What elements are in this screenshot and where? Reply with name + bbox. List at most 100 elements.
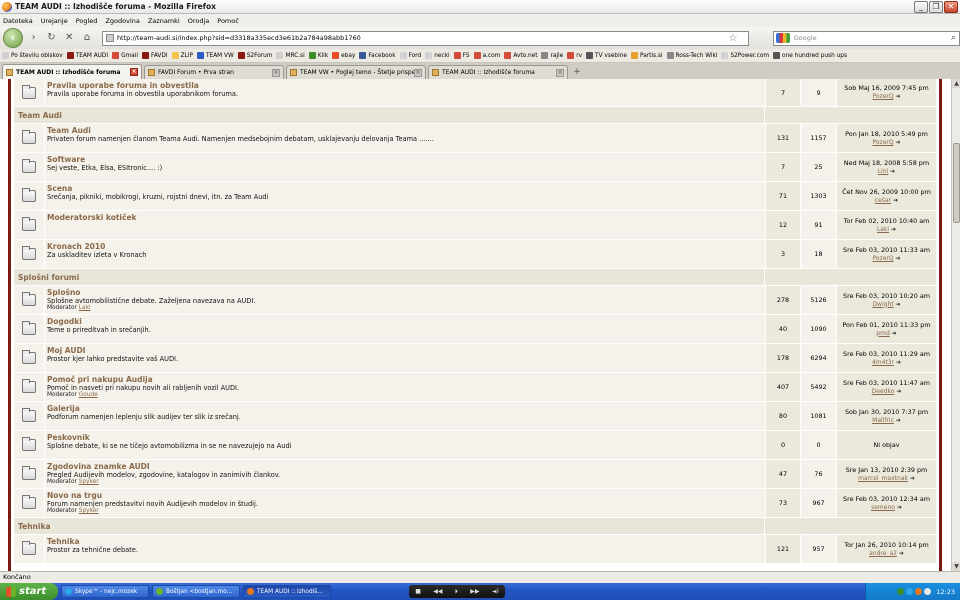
view-latest-post-icon[interactable]: ➔ [889,226,896,233]
stop-icon[interactable]: ✕ [62,31,76,45]
bookmark-one-hundred-push-ups[interactable]: one hundred push ups [773,52,847,59]
category-title[interactable]: Splošni forumi [14,273,79,282]
bookmark-zlip[interactable]: ZLIP [171,52,193,59]
view-latest-post-icon[interactable]: ➔ [894,255,900,262]
view-latest-post-icon[interactable]: ➔ [897,550,904,557]
new-tab-icon[interactable]: + [570,66,584,79]
bookmark-partis-si[interactable]: Partis.si [630,52,663,59]
category-title[interactable]: Tehnika [14,522,51,531]
last-post-author-link[interactable]: semeno [871,504,895,511]
bookmark-rv[interactable]: rv [567,52,582,59]
moderator-link[interactable]: Goude [79,392,98,398]
bookmark-facebook[interactable]: Facebook [359,52,396,59]
start-button[interactable]: start [0,583,58,600]
bookmark-tv-vsebine[interactable]: TV vsebine [586,52,627,59]
bookmark-rajle[interactable]: rajle [541,52,563,59]
maximize-button[interactable]: ❐ [929,1,943,13]
volume-tray-icon[interactable] [924,588,932,595]
last-post-author-link[interactable]: andre_a2 [869,550,897,557]
last-post-author-link[interactable]: PozerQ [872,93,893,100]
forum-title-link[interactable]: Scena [47,184,765,193]
forum-title-link[interactable]: Pomoč pri nakupu Audija [47,375,765,384]
bookmark-ford[interactable]: Ford [399,52,421,59]
stop-icon[interactable]: ■ [415,588,421,595]
close-button[interactable]: ✕ [944,1,958,13]
scrollbar-thumb[interactable] [953,143,960,223]
tab-close-icon[interactable]: × [130,68,138,76]
last-post-author-link[interactable]: Lini [878,168,888,175]
taskbar-item-bostjan[interactable]: Boštjan <bostjan.mo... [152,585,240,598]
moderator-link[interactable]: Spyker [79,508,99,514]
scroll-down-icon[interactable]: ▼ [952,562,960,571]
forward-icon[interactable]: › [27,31,41,45]
moderator-link[interactable]: Laki [79,305,91,311]
last-post-author-link[interactable]: PozerQ [872,139,893,146]
bookmark-a-com[interactable]: a.com [473,52,500,59]
view-latest-post-icon[interactable]: ➔ [895,504,902,511]
vertical-scrollbar[interactable]: ▲ ▼ [951,79,960,571]
view-latest-post-icon[interactable]: ➔ [891,197,898,204]
forum-title-link[interactable]: Galerija [47,404,765,413]
last-post-author-link[interactable]: 4m4t3r [872,359,894,366]
forum-title-link[interactable]: Moderatorski kotiček [47,213,765,222]
volume-icon[interactable]: ◄) [492,588,499,595]
menu-bookmarks[interactable]: Zaznamki [148,17,180,25]
scroll-up-icon[interactable]: ▲ [952,79,960,88]
reload-icon[interactable]: ↻ [45,31,59,45]
last-post-author-link[interactable]: Malifric [872,417,894,424]
view-latest-post-icon[interactable]: ➔ [894,359,901,366]
forum-title-link[interactable]: Dogodki [47,317,765,326]
bookmark-ebay[interactable]: ebay [332,52,355,59]
back-icon[interactable]: ‹ [3,28,23,48]
view-latest-post-icon[interactable]: ➔ [894,388,901,395]
forum-title-link[interactable]: Zgodovina znamke AUDI [47,462,765,471]
last-post-author-link[interactable]: PozerQ [872,255,893,262]
tab-team-audi-2[interactable]: TEAM AUDI :: Izhodišče foruma × [428,65,568,79]
previous-icon[interactable]: ◀◀ [433,588,442,595]
forum-title-link[interactable]: Moj AUDI [47,346,765,355]
tab-team-vw[interactable]: TEAM VW • Poglej temo - Štetje prispe...… [286,65,426,79]
star-icon[interactable]: ☆ [729,32,738,45]
media-player-controls[interactable]: ■ ◀◀ ⏵ ▶▶ ◄) [409,585,505,598]
tab-close-icon[interactable]: × [556,69,564,77]
view-latest-post-icon[interactable]: ➔ [894,301,901,308]
bookmark-mrc-si[interactable]: MRC.si [276,52,305,59]
moderator-link[interactable]: Spyker [79,479,99,485]
bookmark-s2power-com[interactable]: S2Power.com [721,52,769,59]
tab-favdi[interactable]: FAVDI Forum • Prva stran × [144,65,284,79]
bookmark-favdi[interactable]: FAVDI [142,52,168,59]
bookmark-team-audi[interactable]: TEAM AUDI [66,52,108,59]
forum-title-link[interactable]: Novo na trgu [47,491,765,500]
forum-title-link[interactable]: Peskovnik [47,433,765,442]
minimize-button[interactable]: _ [914,1,928,13]
last-post-author-link[interactable]: cešar [875,197,891,204]
bookmark-avto-net[interactable]: Avto.net [504,52,537,59]
bookmark-klik[interactable]: Klik [308,52,328,59]
category-title[interactable]: Team Audi [14,111,62,120]
forum-title-link[interactable]: Kronach 2010 [47,242,765,251]
next-icon[interactable]: ▶▶ [470,588,479,595]
last-post-author-link[interactable]: Laki [877,226,889,233]
menu-history[interactable]: Zgodovina [105,17,139,25]
view-latest-post-icon[interactable]: ➔ [888,168,895,175]
tab-close-icon[interactable]: × [272,69,280,77]
forum-title-link[interactable]: Pravila uporabe foruma in obvestila [47,81,765,90]
home-icon[interactable]: ⌂ [80,31,94,45]
tab-close-icon[interactable]: × [414,69,422,77]
bookmark-fs[interactable]: FS [453,52,470,59]
bookmark-ross-tech-wiki[interactable]: Ross-Tech Wiki [666,52,717,59]
play-icon[interactable]: ⏵ [455,588,458,596]
view-latest-post-icon[interactable]: ➔ [894,139,900,146]
search-icon[interactable]: ⌕ [951,32,956,45]
last-post-author-link[interactable]: pmd [876,330,889,337]
taskbar-item-skype[interactable]: Skype™ - nejc.mozek [61,585,149,598]
view-latest-post-icon[interactable]: ➔ [908,475,915,482]
menu-view[interactable]: Pogled [76,17,98,25]
antivirus-icon[interactable] [915,588,923,595]
view-latest-post-icon[interactable]: ➔ [894,93,900,100]
forum-title-link[interactable]: Tehnika [47,537,765,546]
network-icon[interactable] [897,588,905,595]
menu-help[interactable]: Pomoč [217,17,239,25]
forum-title-link[interactable]: Splošno [47,288,765,297]
taskbar-item-firefox[interactable]: TEAM AUDI :: Izhodiš... [243,585,331,598]
